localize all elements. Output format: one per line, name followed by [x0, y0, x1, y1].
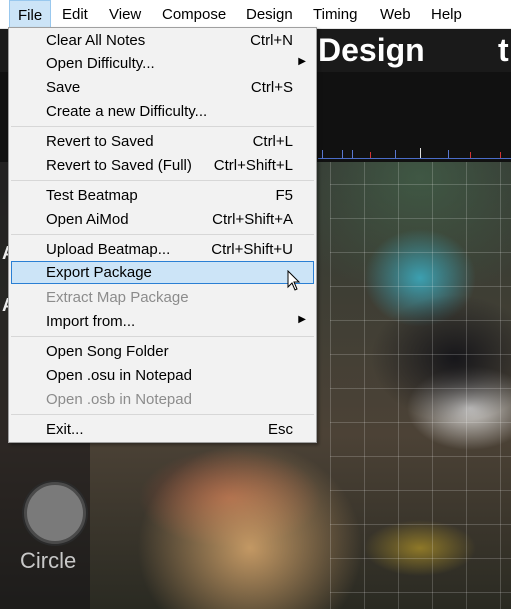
menu-item-shortcut: Ctrl+Shift+L	[213, 157, 293, 174]
file-menu-dropdown: Clear All Notes Ctrl+N Open Difficulty..…	[8, 27, 317, 443]
menu-item-label: Export Package	[46, 264, 152, 281]
menu-item-label: Upload Beatmap...	[46, 241, 171, 258]
menu-bar: File Edit View Compose Design Timing Web…	[0, 0, 511, 29]
menu-item-label: Open .osb in Notepad	[46, 391, 192, 408]
menu-item-label: Open Song Folder	[46, 343, 169, 360]
menu-item-revert-to-saved[interactable]: Revert to Saved Ctrl+L	[11, 130, 314, 153]
tab-design[interactable]: Design	[318, 28, 425, 72]
timeline-tick	[448, 150, 449, 158]
menu-separator	[11, 234, 314, 235]
menu-edit[interactable]: Edit	[54, 0, 96, 28]
menu-item-open-osu-in-notepad[interactable]: Open .osu in Notepad	[11, 364, 314, 387]
menu-separator	[11, 126, 314, 127]
timeline-tick	[352, 150, 353, 158]
menu-item-label: Revert to Saved (Full)	[46, 157, 192, 174]
submenu-arrow-icon: ▶	[298, 56, 306, 67]
osu-editor-window: Design t A A Circle File Edit View Compo…	[0, 0, 511, 609]
menu-item-open-difficulty[interactable]: Open Difficulty... ▶	[11, 52, 314, 75]
menu-item-label: Save	[46, 79, 81, 96]
menu-view[interactable]: View	[101, 0, 149, 28]
menu-separator	[11, 180, 314, 181]
tab-timing[interactable]: t	[498, 28, 509, 72]
menu-item-open-song-folder[interactable]: Open Song Folder	[11, 340, 314, 363]
menu-item-label: Open .osu in Notepad	[46, 367, 192, 384]
menu-item-export-package[interactable]: Export Package	[11, 261, 314, 284]
menu-item-upload-beatmap[interactable]: Upload Beatmap... Ctrl+Shift+U	[11, 238, 314, 261]
menu-help[interactable]: Help	[423, 0, 470, 28]
menu-design[interactable]: Design	[238, 0, 301, 28]
menu-item-save[interactable]: Save Ctrl+S	[11, 76, 314, 99]
mouse-cursor-icon	[287, 270, 301, 291]
timeline-track	[318, 158, 511, 159]
menu-item-shortcut: Ctrl+Shift+U	[211, 241, 293, 258]
menu-web[interactable]: Web	[372, 0, 419, 28]
menu-item-clear-all-notes[interactable]: Clear All Notes Ctrl+N	[11, 29, 314, 52]
menu-item-open-aimod[interactable]: Open AiMod Ctrl+Shift+A	[11, 208, 314, 231]
menu-item-label: Extract Map Package	[46, 289, 189, 306]
timeline-tick	[395, 150, 396, 158]
circle-icon	[24, 482, 86, 544]
submenu-arrow-icon: ▶	[298, 314, 306, 325]
playfield-grid[interactable]	[330, 150, 511, 609]
menu-item-import-from[interactable]: Import from... ▶	[11, 310, 314, 333]
menu-item-open-osb-in-notepad[interactable]: Open .osb in Notepad	[11, 388, 314, 411]
timeline-tick	[470, 152, 471, 158]
menu-item-shortcut: Ctrl+N	[250, 32, 293, 49]
menu-item-label: Open Difficulty...	[46, 55, 155, 72]
menu-compose[interactable]: Compose	[154, 0, 234, 28]
menu-item-shortcut: Ctrl+L	[252, 133, 293, 150]
menu-item-exit[interactable]: Exit... Esc	[11, 418, 314, 441]
menu-item-test-beatmap[interactable]: Test Beatmap F5	[11, 184, 314, 207]
menu-timing[interactable]: Timing	[305, 0, 365, 28]
menu-item-label: Create a new Difficulty...	[46, 103, 208, 120]
timeline-tick	[500, 152, 501, 158]
menu-item-label: Revert to Saved	[46, 133, 154, 150]
menu-item-shortcut: Ctrl+Shift+A	[212, 211, 293, 228]
menu-file[interactable]: File	[9, 0, 52, 28]
menu-item-label: Test Beatmap	[46, 187, 138, 204]
menu-item-revert-to-saved-full[interactable]: Revert to Saved (Full) Ctrl+Shift+L	[11, 154, 314, 177]
menu-item-label: Clear All Notes	[46, 32, 146, 49]
menu-item-label: Import from...	[46, 313, 136, 330]
circle-tool-label: Circle	[20, 548, 77, 573]
timeline-tick	[370, 152, 371, 158]
menu-item-shortcut: F5	[275, 187, 293, 204]
timeline-tick	[322, 150, 323, 158]
menu-separator	[11, 414, 314, 415]
timeline-tick	[342, 150, 343, 158]
timeline-tick	[420, 148, 421, 158]
menu-item-extract-map-package[interactable]: Extract Map Package	[11, 286, 314, 309]
menu-item-label: Open AiMod	[46, 211, 129, 228]
circle-tool-button[interactable]: Circle	[20, 482, 86, 582]
menu-separator	[11, 336, 314, 337]
menu-item-label: Exit...	[46, 421, 84, 438]
menu-item-create-difficulty[interactable]: Create a new Difficulty...	[11, 100, 314, 123]
menu-item-shortcut: Esc	[267, 421, 293, 438]
menu-item-shortcut: Ctrl+S	[250, 79, 293, 96]
